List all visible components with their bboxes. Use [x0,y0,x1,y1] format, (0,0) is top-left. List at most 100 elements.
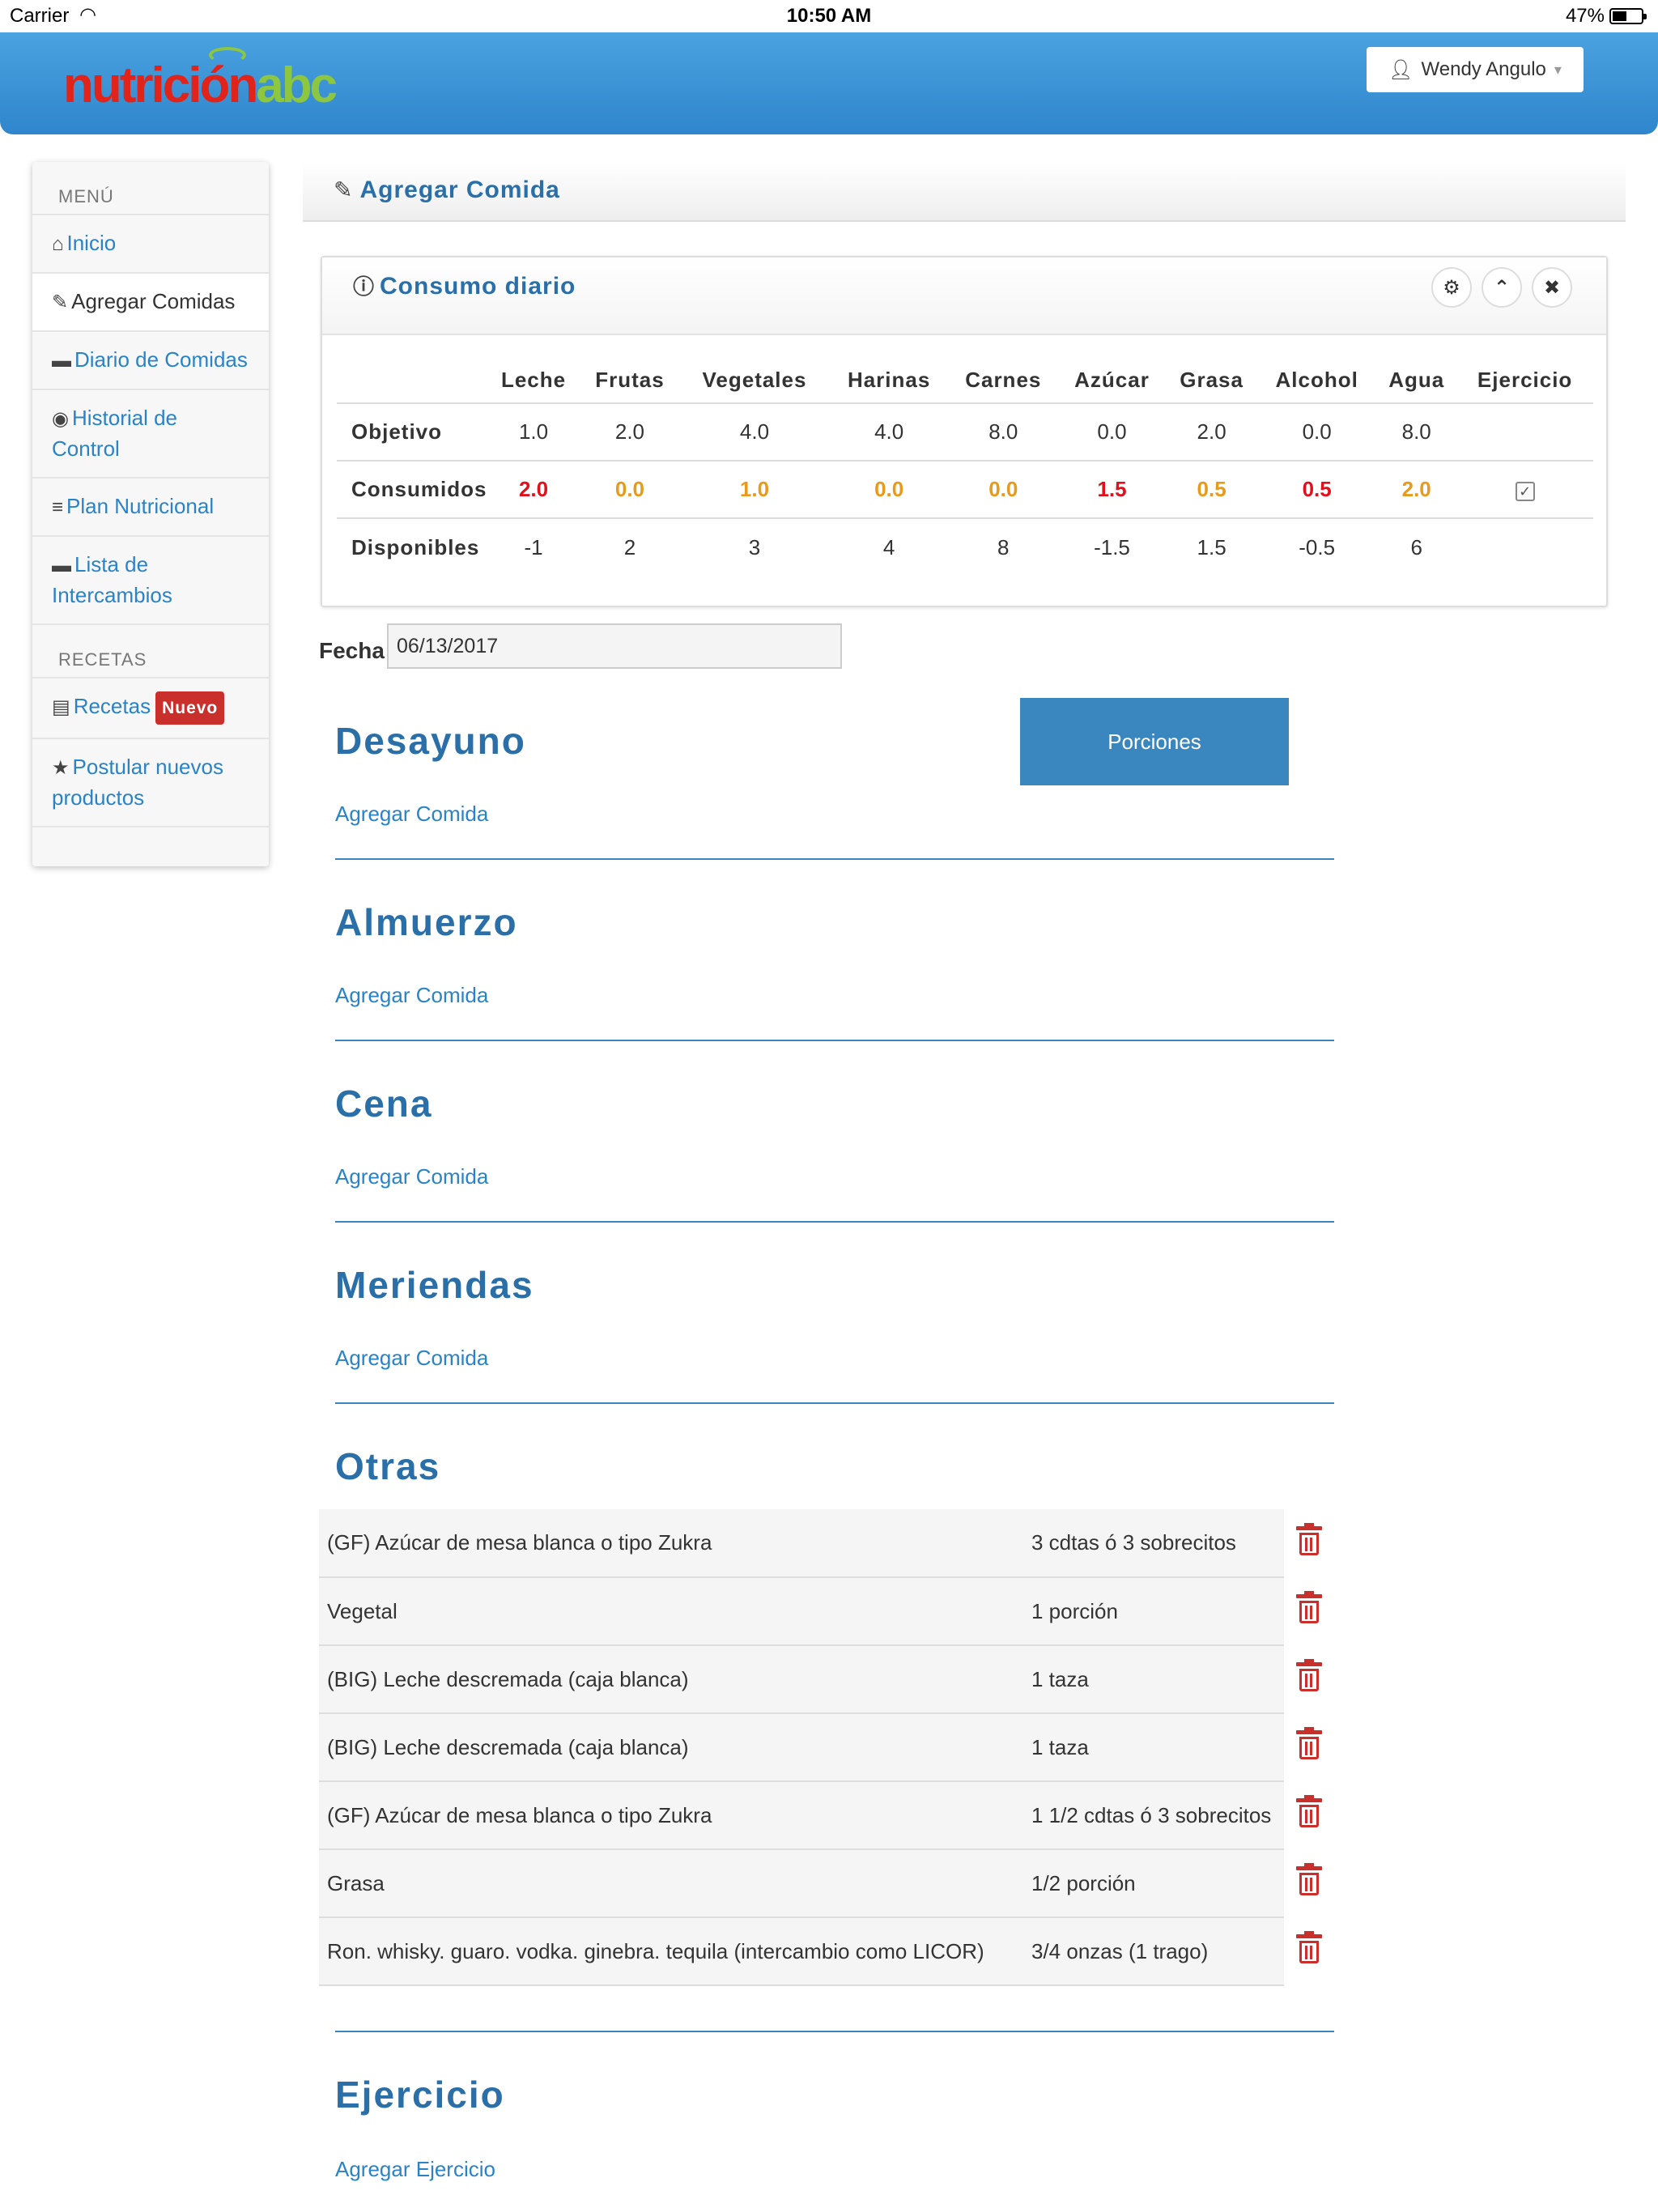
table-cell: 4 [882,534,895,559]
exercise-cell: ✓ [1456,461,1593,519]
exercise-checkbox[interactable]: ✓ [1515,482,1535,501]
trash-icon [1296,1930,1322,1963]
table-cell: 2 [623,534,636,559]
book-icon: ▤ [52,696,70,718]
sidebar-item-recetas[interactable]: ▤ Recetas Nuevo [32,678,269,739]
trash-icon [1296,1522,1322,1555]
sidebar-item-lista[interactable]: ▬ Lista de Intercambios [32,537,269,625]
add-food-link-almuerzo[interactable]: Agregar Comida [335,983,488,1008]
box-title: ⓘ Consumo diario [353,273,576,300]
edit-icon: ✎ [52,291,69,313]
meal-title-meriendas: Meriendas [335,1264,534,1306]
meal-title-otras: Otras [335,1445,441,1487]
table-cell: -0.5 [1299,534,1336,559]
table-row: (GF) Azúcar de mesa blanca o tipo Zukra 3… [319,1509,1334,1578]
trash-icon [1296,1590,1322,1623]
column-header: Grasa [1166,335,1258,404]
delete-button[interactable] [1284,1509,1334,1577]
table-cell: 4.0 [679,403,830,462]
battery-icon [1609,8,1647,24]
food-name: Grasa [319,1849,1023,1918]
food-quantity: 1/2 porción [1023,1849,1284,1918]
fecha-input[interactable] [387,623,842,669]
table-cell: 8.0 [948,403,1058,462]
table-cell: 0.0 [1257,403,1377,462]
table-cell: 1.0 [487,403,580,462]
battery-percent: 47% [1565,5,1605,27]
sidebar-item-agregar-comidas[interactable]: ✎ Agregar Comidas [32,274,269,332]
exercise-cell [1456,518,1593,576]
sidebar-item-plan[interactable]: ≡ Plan Nutricional [32,479,269,537]
brand-logo[interactable]: nutriciónabc [63,47,338,114]
column-header: Harinas [829,335,949,404]
table-cell: 2.0 [1166,403,1258,462]
column-header: Carnes [948,335,1058,404]
sidebar-item-postular[interactable]: ★ Postular nuevos productos [32,739,269,827]
table-row: Objetivo 1.0 2.0 4.0 4.0 8.0 0.0 2.0 0.0 8.0 [337,403,1593,462]
recipes-section-title: RECETAS [32,625,269,678]
porciones-button[interactable]: Porciones [1020,698,1289,785]
otras-table: (GF) Azúcar de mesa blanca o tipo Zukra 3… [319,1509,1334,1986]
user-menu-button[interactable]: 👤︎ Wendy Angulo ▾ [1367,47,1584,92]
delete-button[interactable] [1284,1917,1334,1985]
table-cell: 8 [997,534,1010,559]
fecha-label: Fecha [319,638,385,663]
table-cell: 4.0 [829,403,949,462]
delete-button[interactable] [1284,1645,1334,1713]
delete-button[interactable] [1284,1713,1334,1781]
food-name: (GF) Azúcar de mesa blanca o tipo Zukra [319,1781,1023,1850]
table-cell: 0.5 [1166,461,1258,519]
trash-icon [1296,1726,1322,1759]
meal-title-cena: Cena [335,1083,433,1125]
leaf-icon [209,47,246,63]
table-cell: 0.0 [829,461,949,519]
table-cell: 0.0 [948,461,1058,519]
gear-icon: ⚙ [1443,276,1460,299]
table-cell: 0.0 [1057,403,1167,462]
delete-button[interactable] [1284,1849,1334,1917]
list-icon: ≡ [52,496,64,518]
table-row: Grasa 1/2 porción [319,1849,1334,1918]
divider [335,858,1334,860]
row-label: Disponibles [351,534,480,559]
delete-button[interactable] [1284,1577,1334,1645]
close-icon: ✖ [1543,276,1561,299]
table-cell: 1.5 [1197,534,1226,559]
box-header: ⓘ Consumo diario ⚙ ⌃ ✖ [322,257,1606,335]
sidebar-item-diario[interactable]: ▬ Diario de Comidas [32,332,269,390]
home-icon: ⌂ [52,233,64,255]
food-name: (BIG) Leche descremada (caja blanca) [319,1713,1023,1782]
food-name: (BIG) Leche descremada (caja blanca) [319,1645,1023,1714]
column-header: Vegetales [679,335,830,404]
sidebar-item-historial[interactable]: ◉ Historial de Control [32,390,269,479]
user-icon: 👤︎ [1388,58,1414,81]
new-badge: Nuevo [155,691,225,725]
eye-icon: ◉ [52,408,69,430]
add-food-link-desayuno[interactable]: Agregar Comida [335,802,488,827]
add-food-link-cena[interactable]: Agregar Comida [335,1164,488,1189]
add-food-link-meriendas[interactable]: Agregar Comida [335,1346,488,1371]
food-quantity: 1 taza [1023,1645,1284,1714]
table-cell: 1.0 [679,461,830,519]
table-row: Disponibles -1 2 3 4 8 -1.5 1.5 -0.5 6 [337,518,1593,576]
top-navbar: nutriciónabc 👤︎ Wendy Angulo ▾ [0,32,1658,134]
chevron-up-icon: ⌃ [1493,276,1511,299]
settings-button[interactable]: ⚙ [1431,267,1472,308]
divider [335,1040,1334,1041]
food-name: Vegetal [319,1577,1023,1646]
collapse-button[interactable]: ⌃ [1482,267,1522,308]
table-cell: 2.0 [1376,461,1457,519]
table-cell: 0.5 [1257,461,1377,519]
divider [335,1402,1334,1404]
row-label: Objetivo [337,403,487,462]
column-header: Alcohol [1257,335,1377,404]
folder-icon: ▬ [52,555,71,576]
sidebar-item-inicio[interactable]: ⌂ Inicio [32,215,269,274]
close-button[interactable]: ✖ [1532,267,1572,308]
add-exercise-link[interactable]: Agregar Ejercicio [335,2157,495,2182]
trash-icon [1296,1862,1322,1895]
folder-icon: ▬ [52,350,71,372]
food-quantity: 1 taza [1023,1713,1284,1782]
box-tools: ⚙ ⌃ ✖ [1431,267,1572,308]
delete-button[interactable] [1284,1781,1334,1849]
